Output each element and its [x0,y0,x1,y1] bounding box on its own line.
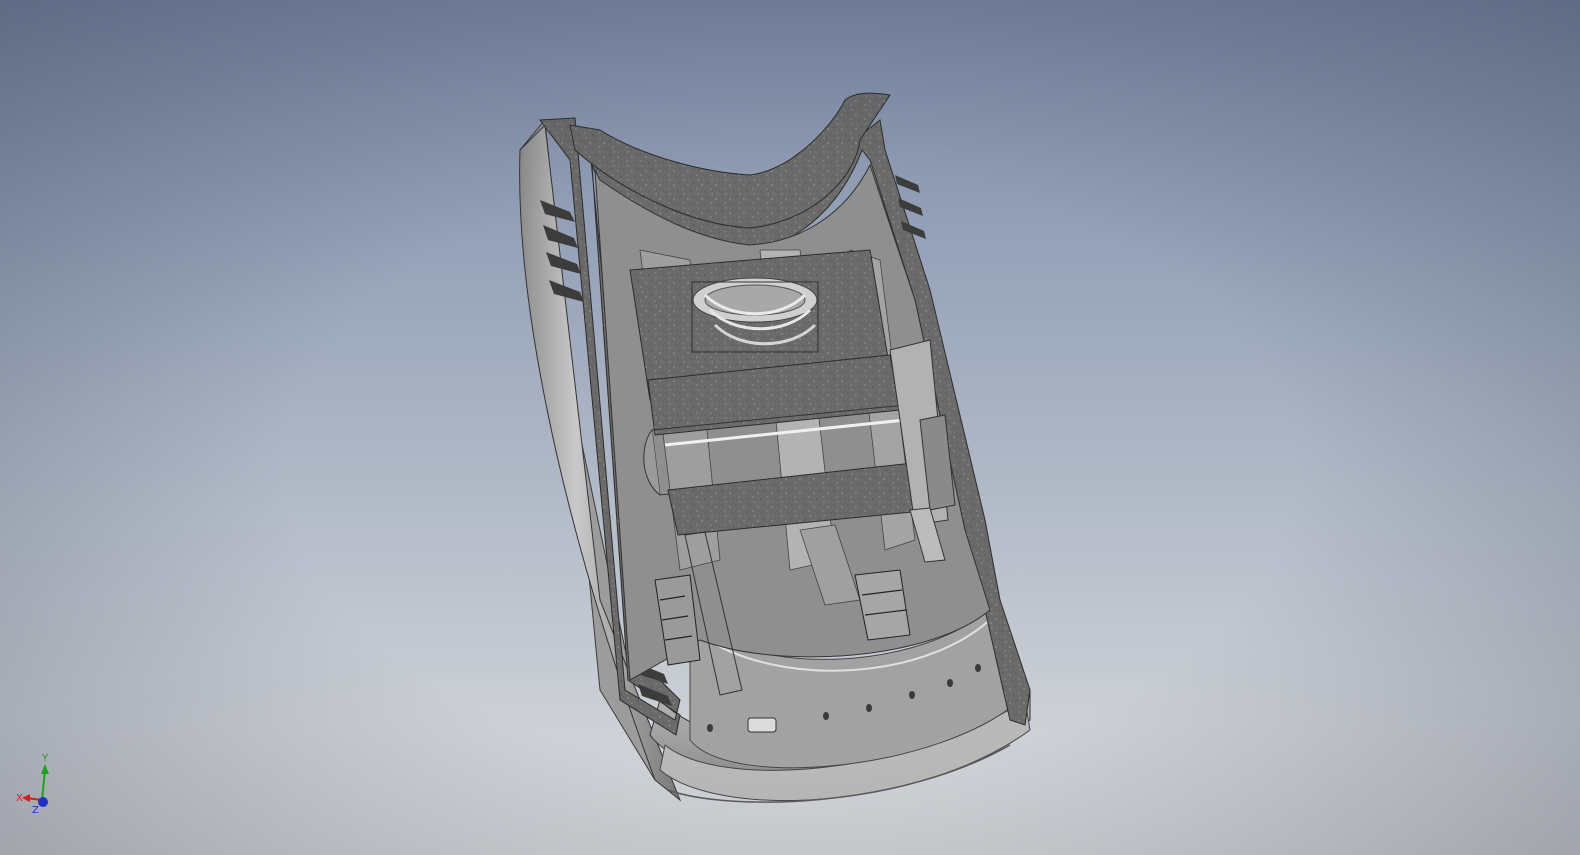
view-cube-triad[interactable]: Y X Z [12,752,62,822]
y-axis-arrow [41,764,49,774]
x-axis-label: X [16,793,23,804]
y-axis-line [41,769,46,801]
x-axis-arrow [22,794,30,802]
z-axis-dot [38,797,48,807]
y-axis-label: Y [42,753,49,764]
graphics-viewport[interactable]: Y X Z [0,0,1580,855]
z-axis-label: Z [32,805,39,816]
section-view-3d-model[interactable] [0,0,1580,855]
